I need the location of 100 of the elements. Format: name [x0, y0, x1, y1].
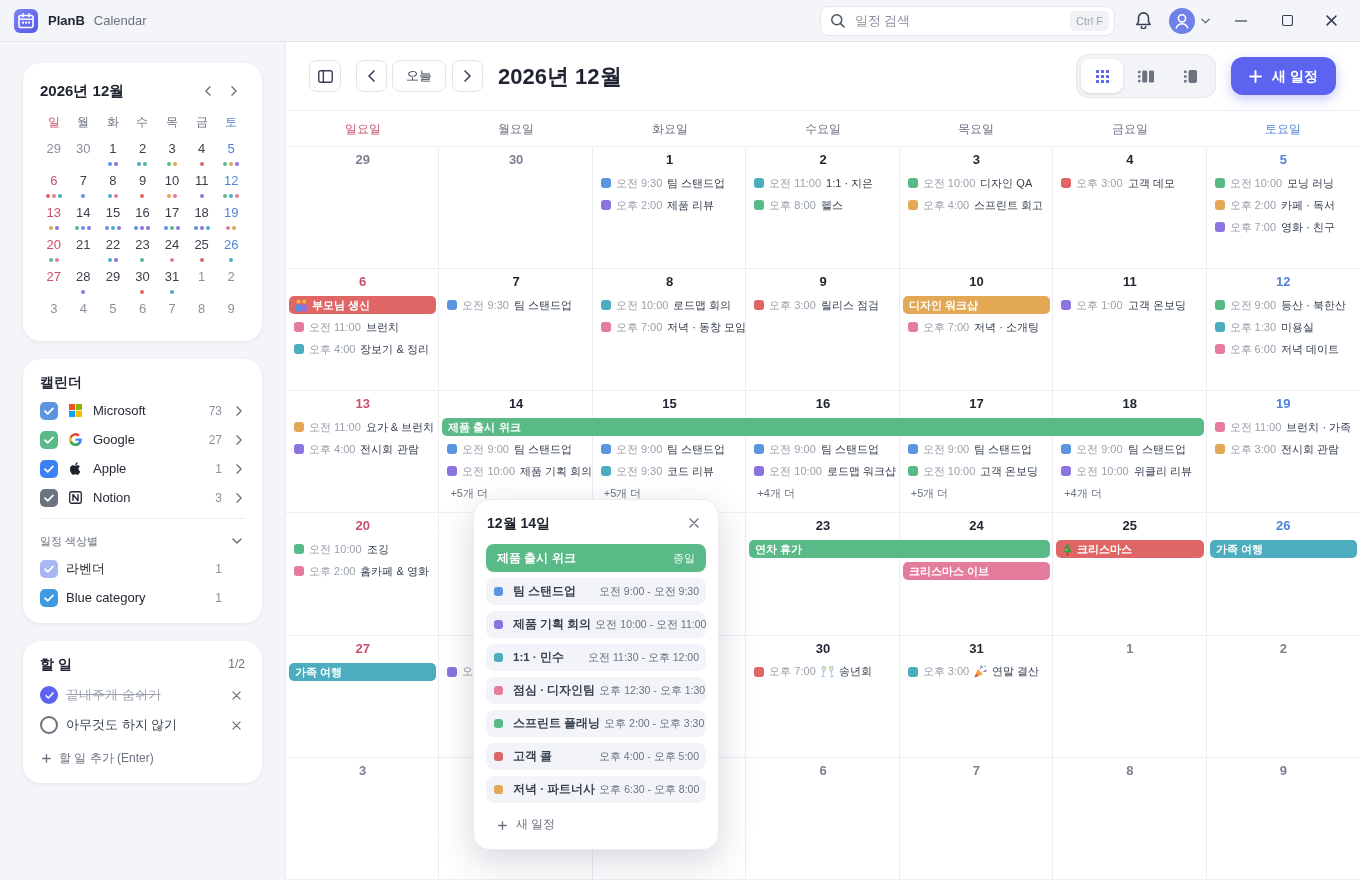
- day-number: 29: [355, 151, 370, 169]
- event-title: 고객 콜: [513, 748, 553, 764]
- event-time: 오후 7:00: [1229, 219, 1277, 235]
- event-count: 27: [208, 431, 222, 449]
- weekday-header: 토요일: [1264, 120, 1303, 138]
- event-time: 오전 10:00: [769, 464, 822, 480]
- group-title: 일정 색상별: [40, 533, 99, 549]
- day-number: 1: [665, 151, 674, 169]
- day-number: 15: [662, 395, 677, 414]
- month-title: 2026년 12월: [40, 80, 125, 101]
- event-count: 1: [215, 560, 222, 578]
- day-number: 23: [815, 517, 831, 536]
- day-number: 7: [512, 273, 520, 292]
- event-time: 오전 10:00: [615, 297, 669, 313]
- day-number: 19: [1276, 395, 1291, 414]
- day-number: 6: [819, 761, 827, 780]
- event-count: 1: [215, 460, 222, 478]
- event-time: 오전 11:30 - 오후 12:00: [587, 649, 699, 665]
- event-title: 제품 기획 회의: [513, 616, 592, 632]
- event-time: 오후 2:00 - 오후 3:30: [603, 715, 705, 731]
- event-time: 오전 9:00: [922, 442, 970, 458]
- day-number: 24: [969, 517, 984, 536]
- event-title: 연차 휴가: [755, 542, 803, 558]
- weekday-header: 금요일: [1110, 120, 1149, 138]
- event-time: 오후 4:00 - 오후 5:00: [597, 748, 699, 764]
- day-number: 31: [969, 639, 984, 658]
- event-time: 오후 3:00: [1076, 175, 1123, 191]
- event-time: 오전 10:00: [922, 464, 976, 480]
- day-number: 3: [359, 761, 367, 780]
- weekday-label: 일: [46, 115, 61, 131]
- event-time: 오후 8:00: [769, 197, 816, 213]
- day-number: 6: [359, 273, 367, 292]
- app-name: PlanB: [48, 11, 85, 30]
- event-title: 1:1 · 민수: [513, 649, 564, 665]
- day-number: 11: [1122, 273, 1137, 292]
- shortcut-hint: Ctrl F: [1070, 10, 1109, 31]
- weekday-label: 월: [76, 115, 91, 131]
- event-time: 오전 11:00: [769, 175, 822, 191]
- event-time: 오전 10:00: [462, 464, 515, 480]
- day-number: 13: [355, 395, 370, 414]
- weekday-header: 화요일: [650, 120, 689, 138]
- day-number: 9: [819, 273, 827, 292]
- event-time: 오후 2:00: [1229, 197, 1277, 213]
- event-time: 오전 11:00: [309, 420, 361, 436]
- event-title: 크리스마스 이브: [908, 564, 989, 580]
- event-time: 오전 9:00: [769, 442, 816, 458]
- event-time: 오후 12:30 - 오후 1:30: [598, 682, 706, 698]
- event-title: 팀 스탠드업: [513, 583, 577, 599]
- event-time: 오전 10:00: [1076, 464, 1129, 480]
- day-number: 16: [815, 395, 831, 414]
- todo-text: 아무것도 하지 않기: [66, 716, 178, 735]
- event-title: 제품 출시 위크: [448, 420, 521, 436]
- event-time: 오후 6:00: [1229, 341, 1277, 357]
- section-title: 캘린더: [40, 373, 83, 391]
- event-time: 오후 6:30 - 오후 8:00: [598, 781, 700, 797]
- event-time: 오전 9:30: [615, 464, 663, 480]
- event-time: 오후 3:00: [922, 664, 970, 680]
- event-time: 오후 1:30: [1229, 319, 1277, 335]
- event-time: 오전 9:30: [615, 175, 663, 191]
- event-title: 가족 여행: [295, 664, 343, 680]
- event-time: 오전 9:00: [1076, 442, 1123, 458]
- todo-text: 끝내주게 숨쉬기: [66, 686, 161, 705]
- event-time: 오후 4:00: [309, 341, 356, 357]
- popup-title: 12월 14일: [486, 513, 551, 533]
- event-count: 73: [208, 402, 222, 420]
- event-time: 오전 10:00: [922, 175, 976, 191]
- event-time: 오후 3:00: [769, 297, 816, 313]
- event-time: 오후 3:00: [1229, 442, 1277, 458]
- day-number: 10: [969, 273, 984, 292]
- event-title: 크리스마스: [1077, 542, 1133, 558]
- event-time: 오후 4:00: [922, 197, 970, 213]
- event-time: 오후 7:00: [769, 664, 816, 680]
- event-title: 제품 출시 위크: [497, 550, 576, 567]
- day-number: 12: [1276, 273, 1291, 292]
- todo-count: 1/2: [228, 656, 245, 673]
- day-number: 9: [1279, 761, 1287, 780]
- day-number: 5: [1279, 151, 1287, 169]
- weekday-label: 토: [224, 115, 239, 131]
- weekday-header: 월요일: [497, 120, 536, 138]
- calendar-title: 2026년 12월: [498, 62, 622, 91]
- all-day-label: 종일: [673, 550, 695, 566]
- day-number: 17: [969, 395, 984, 414]
- day-number: 1: [1126, 639, 1134, 658]
- weekday-label: 수: [135, 115, 150, 131]
- event-count: 3: [215, 489, 222, 507]
- weekday-header: 수요일: [804, 120, 842, 138]
- event-count: 1: [215, 589, 222, 607]
- event-time: 오: [462, 664, 474, 680]
- day-number: 20: [355, 517, 370, 536]
- day-number: 18: [1122, 395, 1138, 414]
- event-title: 스프린트 플래닝: [513, 715, 601, 731]
- event-time: 오후 2:00: [615, 197, 663, 213]
- event-title: 점심 · 디자인팀: [513, 682, 596, 698]
- day-number: 2: [1279, 639, 1287, 658]
- event-title: 저녁 · 파트너사: [513, 781, 596, 797]
- event-time: 오전 10:00: [309, 542, 362, 558]
- event-time: 오전 9:30: [462, 297, 509, 313]
- day-number: 30: [815, 639, 831, 658]
- event-time: 오후 2:00: [309, 564, 356, 580]
- event-time: 오후 7:00: [922, 319, 970, 335]
